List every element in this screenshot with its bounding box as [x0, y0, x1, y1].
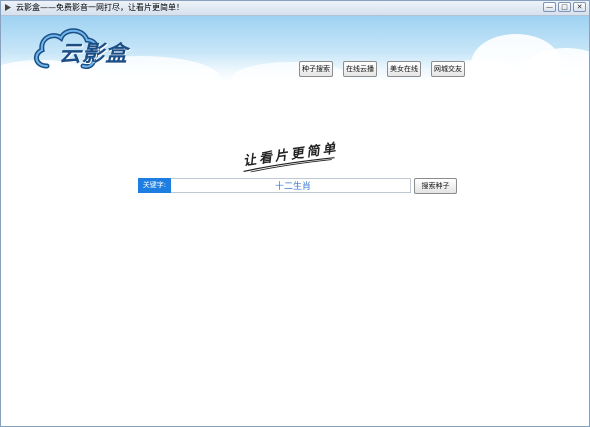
header-banner: 云影盒 种子搜索 在线云播 美女在线 网城交友: [1, 16, 589, 82]
app-icon: [5, 4, 11, 11]
nav-seed-search-button[interactable]: 种子搜索: [299, 61, 333, 77]
close-button[interactable]: ✕: [573, 2, 586, 12]
search-seed-button[interactable]: 搜索种子: [414, 178, 457, 194]
logo-text: 云影盒: [59, 42, 129, 67]
nav-beauty-online-button[interactable]: 美女在线: [387, 61, 421, 77]
cloud-decoration: [231, 62, 351, 82]
minimize-button[interactable]: —: [543, 2, 556, 12]
nav-online-cloud-play-button[interactable]: 在线云播: [343, 61, 377, 77]
maximize-button[interactable]: □: [558, 2, 571, 12]
logo: 云影盒: [33, 24, 143, 76]
slogan: 让看片更简单: [240, 137, 339, 176]
title-bar[interactable]: 云影盒——免费影音一网打尽，让看片更简单！ — □ ✕: [1, 1, 589, 16]
search-input[interactable]: [171, 178, 411, 193]
window-controls: — □ ✕: [543, 2, 586, 12]
window-title: 云影盒——免费影音一网打尽，让看片更简单！: [16, 3, 184, 12]
nav-city-dating-button[interactable]: 网城交友: [431, 61, 465, 77]
keyword-label: 关键字:: [138, 178, 171, 193]
app-window: 云影盒——免费影音一网打尽，让看片更简单！ — □ ✕ 云影盒 种子搜索 在线云…: [0, 0, 590, 427]
